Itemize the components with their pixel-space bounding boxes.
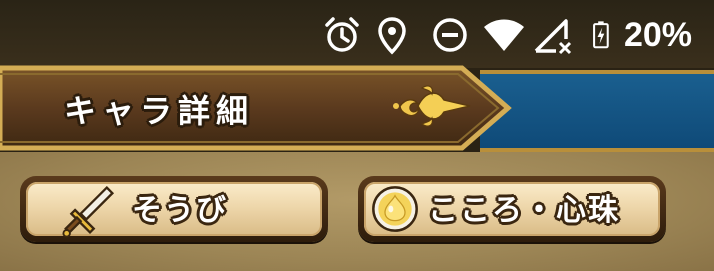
slime-orb-icon — [372, 186, 418, 232]
battery-percentage: 20% — [623, 15, 692, 54]
do-not-disturb-icon — [433, 18, 467, 52]
status-icons: 20% — [314, 10, 692, 60]
tab-heart-orb-button[interactable]: こころ・心珠 — [358, 176, 666, 242]
battery-charging-icon — [593, 21, 609, 49]
tab-equipment-label: そうび — [132, 193, 228, 228]
tab-heart-orb-label: こころ・心珠 — [428, 193, 620, 228]
alarm-icon — [325, 17, 359, 52]
location-icon — [378, 17, 406, 55]
tab-equipment-button[interactable]: そうび — [20, 176, 328, 242]
fleur-ornament-icon — [393, 85, 471, 127]
wifi-icon — [483, 19, 524, 51]
page-title: キャラ詳細 — [64, 92, 255, 130]
sword-icon — [62, 185, 115, 238]
cellular-no-signal-icon — [534, 19, 571, 55]
status-bar: 20% — [0, 0, 714, 68]
